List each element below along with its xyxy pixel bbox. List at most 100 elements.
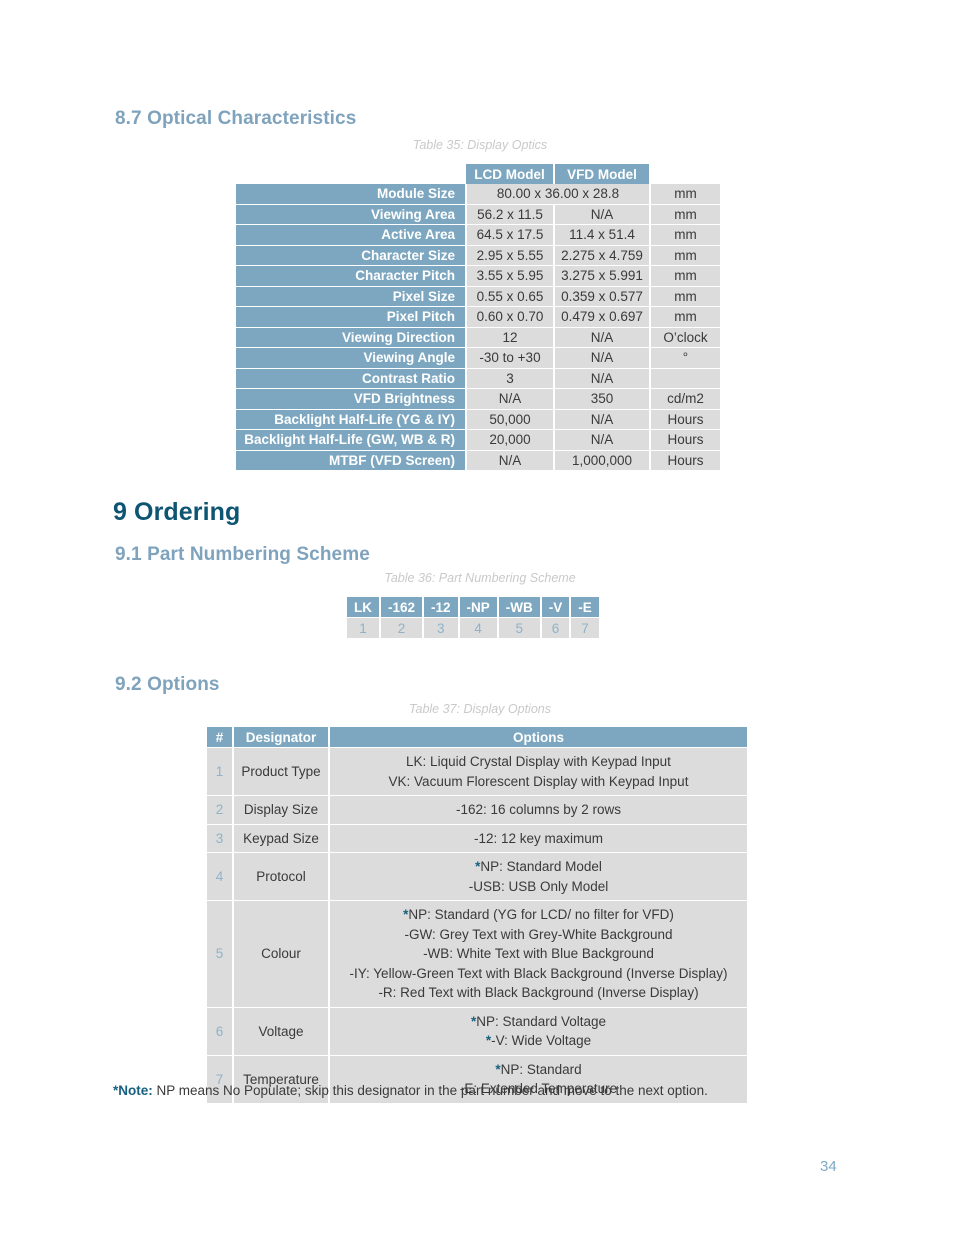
- options-row-option-text: -12: 12 key maximum: [473, 830, 604, 846]
- part-number-code-row: LK -162 -12 -NP -WB -V -E: [347, 597, 599, 618]
- options-row-designator: Keypad Size: [233, 824, 330, 853]
- optics-table-header-row: LCD Model VFD Model: [236, 164, 720, 184]
- options-row-option-line: *NP: Standard: [334, 1060, 743, 1080]
- optics-row-label: Character Size: [236, 245, 467, 266]
- optics-row-unit: mm: [650, 265, 720, 287]
- document-page: 8.7 Optical Characteristics Table 35: Di…: [0, 0, 954, 1235]
- options-row-option-line: -IY: Yellow-Green Text with Black Backgr…: [334, 964, 743, 984]
- part-number-table: LK -162 -12 -NP -WB -V -E 1 2 3 4 5 6 7: [347, 597, 599, 638]
- optics-row-unit: mm: [650, 224, 720, 246]
- options-row-number: 3: [207, 824, 234, 853]
- optics-table-row: Character Size 2.95 x 5.55 2.275 x 4.759 mm: [236, 245, 720, 266]
- optics-row-unit: Hours: [650, 450, 720, 471]
- optics-table-row: Pixel Pitch 0.60 x 0.70 0.479 x 0.697 mm: [236, 306, 720, 328]
- options-row-options: -12: 12 key maximum: [329, 824, 747, 853]
- options-row-option-text: -GW: Grey Text with Grey-White Backgroun…: [404, 926, 673, 942]
- options-row-option-text: -IY: Yellow-Green Text with Black Backgr…: [349, 965, 728, 981]
- optics-row-label: Contrast Ratio: [236, 368, 467, 389]
- options-row-designator: Protocol: [233, 852, 330, 901]
- optics-row-value-vfd: N/A: [554, 347, 651, 369]
- optics-row-unit: [650, 368, 720, 389]
- optics-row-value-lcd: 2.95 x 5.55: [466, 245, 555, 266]
- options-row-designator: Display Size: [233, 795, 330, 825]
- options-row-option-line: -WB: White Text with Blue Background: [334, 944, 743, 964]
- options-row-option-line: VK: Vacuum Florescent Display with Keypa…: [334, 772, 743, 792]
- optics-row-label: Pixel Size: [236, 286, 467, 307]
- part-number-index: 7: [570, 617, 599, 638]
- options-row-option-text: NP: Standard Model: [480, 859, 602, 874]
- optics-row-value-vfd: N/A: [554, 368, 651, 389]
- optics-row-label: Viewing Direction: [236, 327, 467, 348]
- optics-row-label: Active Area: [236, 224, 467, 246]
- optics-table-row: Module Size 80.00 x 36.00 x 28.8 mm: [236, 184, 720, 205]
- optics-row-value-lcd: N/A: [466, 388, 555, 410]
- optics-header-vfd-model: VFD Model: [554, 164, 651, 184]
- optics-table-row: MTBF (VFD Screen) N/A 1,000,000 Hours: [236, 450, 720, 471]
- optics-row-unit: mm: [650, 306, 720, 328]
- part-number-code: -E: [570, 597, 599, 618]
- options-row-option-text: LK: Liquid Crystal Display with Keypad I…: [406, 754, 671, 769]
- optics-row-unit: Hours: [650, 409, 720, 430]
- optics-row-value-lcd: N/A: [466, 450, 555, 471]
- optics-row-unit: O’clock: [650, 327, 720, 348]
- optics-row-unit: mm: [650, 204, 720, 225]
- optics-row-value-vfd: 0.359 x 0.577: [554, 286, 651, 307]
- part-number-index: 5: [497, 617, 542, 638]
- optics-row-value-vfd: N/A: [554, 409, 651, 430]
- options-row-options: *NP: Standard Voltage *-V: Wide Voltage: [329, 1007, 747, 1056]
- optics-row-unit: Hours: [650, 429, 720, 451]
- options-row-option-line: *NP: Standard (YG for LCD/ no filter for…: [334, 905, 743, 925]
- options-row-option-text: -162: 16 columns by 2 rows: [455, 802, 622, 817]
- options-row-option-line: *NP: Standard Model: [334, 857, 743, 877]
- optics-row-value-vfd: 2.275 x 4.759: [554, 245, 651, 266]
- optics-header-lcd-model: LCD Model: [466, 164, 555, 184]
- optics-table-row: Character Pitch 3.55 x 5.95 3.275 x 5.991 m…: [236, 265, 720, 287]
- optics-row-unit: mm: [650, 286, 720, 307]
- optics-row-label: Backlight Half-Life (YG & IY): [236, 409, 467, 430]
- part-number-index: 1: [347, 617, 381, 638]
- caption-table-36: Table 36: Part Numbering Scheme: [384, 571, 576, 585]
- optics-row-value-vfd: N/A: [554, 204, 651, 225]
- options-table-row: 2 Display Size -162: 16 columns by 2 rows: [207, 795, 747, 825]
- optics-row-label: Viewing Angle: [236, 347, 467, 369]
- options-row-designator: Voltage: [233, 1007, 330, 1056]
- page-number: 34: [820, 1158, 837, 1175]
- optics-row-value-merged: 80.00 x 36.00 x 28.8: [466, 184, 651, 205]
- options-row-option-line: -USB: USB Only Model: [334, 877, 743, 897]
- footnote-label: *Note:: [113, 1083, 153, 1098]
- footnote-note: *Note: NP means No Populate; skip this d…: [113, 1083, 708, 1098]
- options-row-designator: Colour: [233, 900, 330, 1008]
- optics-table-row: Active Area 64.5 x 17.5 11.4 x 51.4 mm: [236, 224, 720, 246]
- options-table-row: 4 Protocol *NP: Standard Model -USB: USB On…: [207, 852, 747, 901]
- options-table-row: 3 Keypad Size -12: 12 key maximum: [207, 824, 747, 853]
- options-row-option-line: -12: 12 key maximum: [334, 829, 743, 849]
- part-number-code: -NP: [458, 597, 499, 618]
- part-number-code: -V: [540, 597, 572, 618]
- options-row-number: 5: [207, 900, 234, 1008]
- options-row-number: 4: [207, 852, 234, 901]
- optics-row-value-lcd: 20,000: [466, 429, 555, 451]
- optics-row-value-lcd: 56.2 x 11.5: [466, 204, 555, 225]
- section-heading-optical-characteristics: 8.7 Optical Characteristics: [115, 108, 357, 129]
- options-row-option-text: VK: Vacuum Florescent Display with Keypa…: [388, 773, 689, 789]
- optics-table-row: Contrast Ratio 3 N/A: [236, 368, 720, 389]
- optics-row-label: Pixel Pitch: [236, 306, 467, 328]
- optics-row-value-lcd: 0.60 x 0.70: [466, 306, 555, 328]
- part-number-index-row: 1234567: [347, 617, 599, 638]
- optics-row-label: MTBF (VFD Screen): [236, 450, 467, 471]
- optics-table-row: Viewing Direction 12 N/A O’clock: [236, 327, 720, 348]
- optics-row-unit: °: [650, 347, 720, 369]
- options-row-options: -162: 16 columns by 2 rows: [329, 795, 747, 825]
- display-options-table: # Designator Options 1 Product Type LK: Li…: [207, 727, 747, 1104]
- caption-table-37: Table 37: Display Options: [409, 702, 551, 716]
- part-number-index: 4: [458, 617, 499, 638]
- optics-row-value-lcd: -30 to +30: [466, 347, 555, 369]
- optics-table-row: VFD Brightness N/A 350 cd/m2: [236, 388, 720, 410]
- optics-row-value-lcd: 12: [466, 327, 555, 348]
- optics-row-unit: cd/m2: [650, 388, 720, 410]
- optics-table: LCD Model VFD Model Module Size 80.00 x 3…: [236, 164, 720, 471]
- options-row-option-text: -V: Wide Voltage: [491, 1033, 592, 1048]
- options-header-number: #: [207, 727, 234, 748]
- options-table-row: 5 Colour *NP: Standard (YG for LCD/ no fil…: [207, 900, 747, 1008]
- optics-table-row: Backlight Half-Life (YG & IY) 50,000 N/A Ho…: [236, 409, 720, 430]
